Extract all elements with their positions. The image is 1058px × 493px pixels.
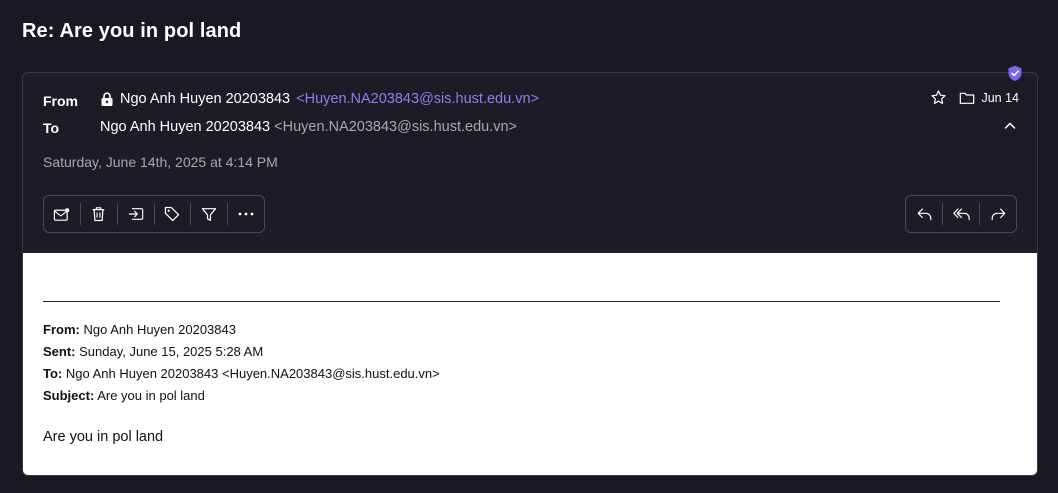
quote-divider <box>43 301 1000 302</box>
to-label: To <box>43 120 60 136</box>
message-meta: Jun 14 <box>930 89 1019 106</box>
sender-line: Ngo Anh Huyen 20203843 <Huyen.NA203843@s… <box>100 91 539 107</box>
message-date: Saturday, June 14th, 2025 at 4:14 PM <box>43 154 278 170</box>
reply-all-icon[interactable] <box>943 196 979 232</box>
quoted-from-line: From: Ngo Anh Huyen 20203843 <box>43 322 236 337</box>
recipient-address[interactable]: <Huyen.NA203843@sis.hust.edu.vn> <box>274 119 517 135</box>
sender-name[interactable]: Ngo Anh Huyen 20203843 <box>120 91 290 107</box>
quoted-to-line: To: Ngo Anh Huyen 20203843 <Huyen.NA2038… <box>43 366 440 381</box>
message-text: Are you in pol land <box>43 429 164 445</box>
recipient-name[interactable]: Ngo Anh Huyen 20203843 <box>100 119 270 135</box>
message-card: From Ngo Anh Huyen 20203843 <Huyen.NA203… <box>22 72 1038 476</box>
shield-check-icon <box>1007 65 1023 82</box>
star-icon[interactable] <box>930 89 947 106</box>
move-to-folder-icon[interactable] <box>118 196 154 232</box>
lock-icon <box>100 91 114 107</box>
mark-unread-icon[interactable] <box>44 196 80 232</box>
chevron-up-icon[interactable] <box>1003 119 1017 133</box>
quoted-subject-line: Subject: Are you in pol land <box>43 388 205 403</box>
quoted-header: From: Ngo Anh Huyen 20203843 Sent: Sunda… <box>43 319 440 407</box>
from-label: From <box>43 93 78 109</box>
filter-icon[interactable] <box>191 196 227 232</box>
trash-icon[interactable] <box>81 196 117 232</box>
reply-toolbar <box>905 195 1017 233</box>
folder-icon[interactable] <box>959 91 975 105</box>
label-tag-icon[interactable] <box>155 196 191 232</box>
quoted-sent-line: Sent: Sunday, June 15, 2025 5:28 AM <box>43 344 264 359</box>
short-date: Jun 14 <box>981 90 1019 105</box>
message-body: From: Ngo Anh Huyen 20203843 Sent: Sunda… <box>23 253 1037 475</box>
reply-icon[interactable] <box>906 196 942 232</box>
message-subject: Re: Are you in pol land <box>22 20 242 42</box>
sender-address[interactable]: <Huyen.NA203843@sis.hust.edu.vn> <box>296 91 539 107</box>
recipient-line: Ngo Anh Huyen 20203843 <Huyen.NA203843@s… <box>100 119 517 135</box>
more-icon[interactable] <box>228 196 264 232</box>
message-actions-toolbar <box>43 195 265 233</box>
forward-icon[interactable] <box>980 196 1016 232</box>
